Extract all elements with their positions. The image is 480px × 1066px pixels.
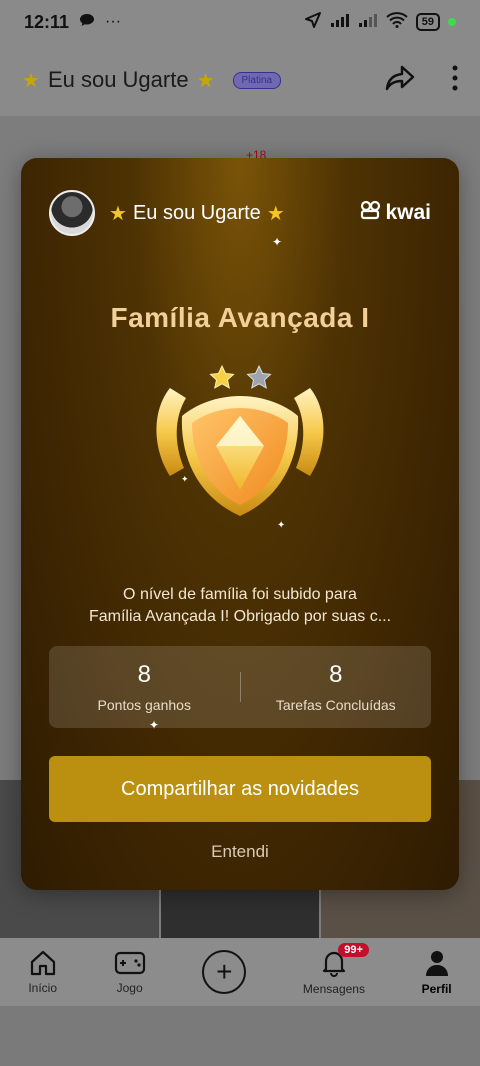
avatar: [49, 190, 95, 236]
star-icon: ★: [196, 69, 215, 92]
profile-title: ★ Eu sou Ugarte ★ Platina: [22, 67, 282, 93]
nav-messages[interactable]: 99+ Mensagens: [302, 942, 369, 996]
home-icon: [29, 950, 57, 979]
dialog-user-name: Eu sou Ugarte: [132, 201, 261, 224]
kwai-logo: kwai: [360, 200, 431, 226]
privacy-dot-icon: [448, 18, 456, 26]
stats-panel: 8 Pontos ganhos 8 Tarefas Concluídas: [49, 646, 431, 728]
sparkle-icon: ✦: [149, 718, 160, 732]
level-up-dialog: ★ Eu sou Ugarte ★ kwai ✦ Família Avançad…: [21, 158, 459, 890]
bottom-nav: Início Jogo + 99+ Mensagens Perfil: [0, 938, 480, 1006]
more-notifications-icon: ···: [105, 13, 122, 30]
nav-label: Início: [28, 980, 57, 995]
plus-icon: +: [202, 950, 247, 994]
star-icon: ★: [22, 69, 40, 92]
dialog-header: ★ Eu sou Ugarte ★ kwai: [49, 190, 431, 236]
sparkle-icon: ✦: [272, 235, 283, 249]
star-icon: ★: [266, 202, 285, 225]
brand-name: kwai: [385, 201, 431, 224]
sparkle-icon: ✦: [277, 520, 286, 531]
stat-label: Pontos ganhos: [97, 697, 191, 713]
more-options-icon[interactable]: [452, 65, 458, 96]
signal-icon-2: [358, 13, 378, 32]
level-title: Família Avançada I: [110, 302, 370, 333]
nav-label: Jogo: [116, 980, 143, 995]
battery-icon: 59: [415, 13, 440, 31]
profile-name: Eu sou Ugarte: [47, 67, 189, 92]
star-icon: ★: [109, 202, 127, 225]
nav-label: Mensagens: [302, 981, 365, 996]
nav-create[interactable]: +: [202, 950, 247, 994]
stat-label: Tarefas Concluídas: [275, 697, 396, 713]
sparkle-icon: ✦: [181, 474, 189, 484]
silver-star-icon: [246, 364, 272, 389]
level-description: O nível de família foi subido para Famíl…: [88, 586, 392, 625]
tier-badge[interactable]: Platina: [232, 71, 282, 89]
wifi-icon: [386, 11, 408, 33]
notification-badge: 99+: [338, 942, 369, 957]
dismiss-button[interactable]: Entendi: [21, 842, 459, 862]
gamepad-icon: [114, 950, 146, 979]
stat-points: 8 Pontos ganhos: [49, 661, 240, 713]
stat-tasks: 8 Tarefas Concluídas: [241, 661, 432, 713]
family-level-emblem: [140, 358, 340, 548]
share-arrow-icon[interactable]: [384, 64, 416, 97]
nav-label: Perfil: [421, 981, 452, 996]
nav-game[interactable]: Jogo: [114, 950, 146, 995]
stat-value: 8: [329, 661, 343, 688]
nav-profile[interactable]: Perfil: [422, 949, 452, 996]
location-arrow-icon: [304, 11, 322, 34]
person-icon: [424, 949, 450, 980]
kwai-logo-icon: [360, 200, 382, 226]
profile-header: ★ Eu sou Ugarte ★ Platina: [0, 44, 480, 116]
system-nav-bar: [0, 1006, 480, 1066]
clock: 12:11: [24, 11, 70, 32]
signal-icon: [330, 13, 350, 32]
status-bar: 12:11 ··· 59: [0, 0, 480, 44]
share-news-button[interactable]: Compartilhar as novidades: [49, 756, 431, 822]
chat-bubble-icon: [79, 13, 95, 32]
stat-value: 8: [137, 661, 151, 688]
nav-home[interactable]: Início: [28, 950, 57, 995]
gold-star-icon: [209, 364, 235, 389]
